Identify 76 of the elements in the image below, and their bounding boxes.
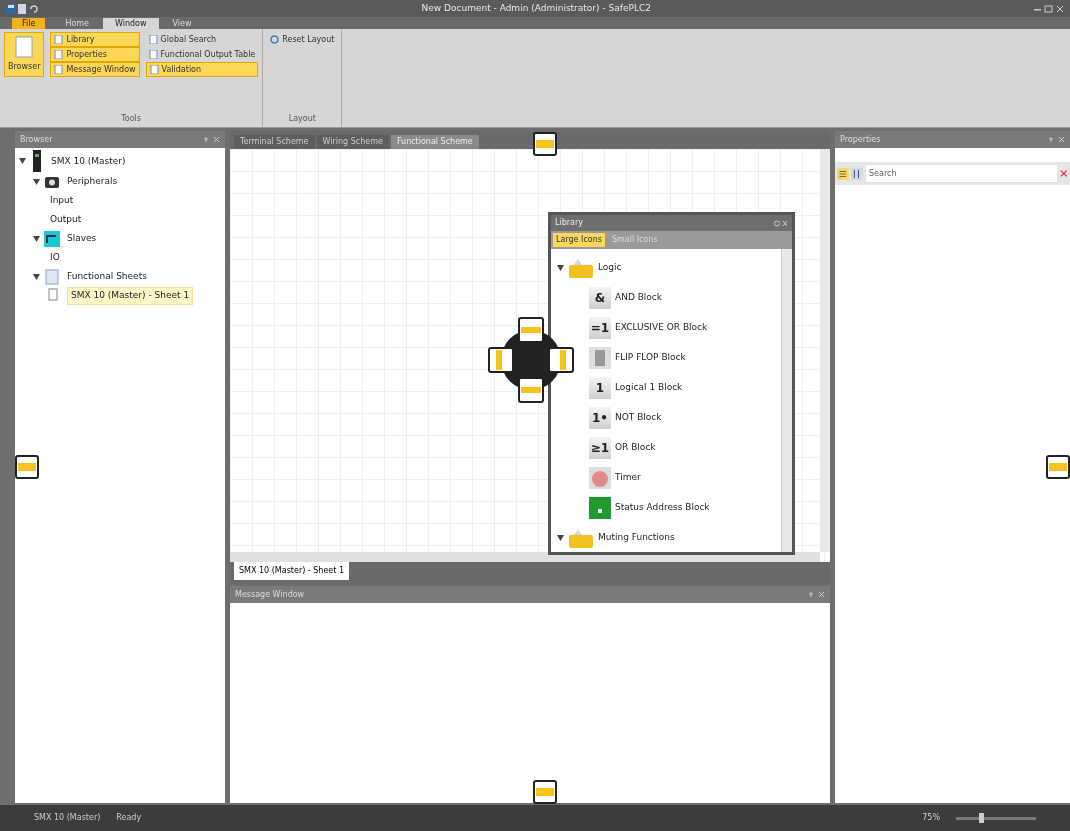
tree-item[interactable]: IO <box>47 250 63 266</box>
block-icon: 1• <box>589 407 611 429</box>
block-icon: ≥1 <box>589 437 611 459</box>
window-controls-icon <box>1034 4 1064 13</box>
document-tab[interactable]: Wiring Scheme <box>316 135 389 149</box>
slider-thumb[interactable] <box>978 812 984 823</box>
ribbon-button[interactable]: Global Search <box>145 32 259 47</box>
categorized-icon <box>837 166 849 181</box>
zoom-slider[interactable] <box>956 816 1036 820</box>
refresh-icon <box>270 35 280 44</box>
browser-button[interactable]: Browser <box>4 32 45 77</box>
close-icon <box>1060 169 1068 178</box>
tree-item[interactable]: Input <box>47 193 77 209</box>
search-field[interactable]: Search <box>865 164 1058 183</box>
ribbon-tab[interactable]: Window <box>103 18 159 29</box>
vertical-scrollbar[interactable] <box>820 149 830 552</box>
device-icon <box>30 150 44 173</box>
library-item[interactable]: Timer <box>615 471 641 485</box>
status-text: Ready <box>116 812 142 824</box>
view-toggle[interactable]: Large Icons <box>553 233 605 247</box>
library-item[interactable]: OR Block <box>615 441 656 455</box>
ribbon-button[interactable]: Message Window <box>50 62 140 77</box>
pin-close-icon <box>809 591 825 599</box>
sort-icon <box>851 166 863 181</box>
folder-icon <box>568 527 594 549</box>
library-item[interactable]: EXCLUSIVE OR Block <box>615 321 708 335</box>
library-item[interactable]: Logical 1 Block <box>615 381 683 395</box>
dock-guide-icon <box>533 132 557 156</box>
tree-item[interactable]: Output <box>47 212 85 228</box>
zoom-text: 75% <box>922 812 940 824</box>
sheets-icon <box>44 268 60 285</box>
library-item[interactable]: NOT Block <box>615 411 662 425</box>
panel-title: Message Window <box>235 588 305 601</box>
library-category[interactable]: Logic <box>598 261 622 275</box>
block-icon: & <box>589 287 611 309</box>
vertical-scrollbar[interactable] <box>781 249 792 552</box>
folder-icon <box>568 257 594 279</box>
ribbon-button[interactable]: Properties <box>50 47 140 62</box>
library-category[interactable]: Muting Functions <box>598 531 675 545</box>
pin-close-icon <box>1049 136 1065 143</box>
ribbon-button[interactable]: Reset Layout <box>267 32 338 47</box>
library-item[interactable]: AND Block <box>615 291 663 305</box>
ribbon-tab[interactable]: View <box>160 18 204 29</box>
document-icon <box>18 3 27 14</box>
library-item[interactable]: Status Address Block <box>615 501 710 515</box>
undo-icon <box>28 3 39 14</box>
panel-title: Properties <box>840 133 881 146</box>
save-icon <box>6 3 16 14</box>
ribbon-tab[interactable]: Home <box>53 18 101 29</box>
page-icon <box>15 36 34 58</box>
flip-flop-icon <box>589 347 611 369</box>
block-icon: =1 <box>589 317 611 339</box>
ribbon-button[interactable]: Validation <box>145 62 259 77</box>
ribbon-button[interactable]: Library <box>50 32 140 47</box>
app-menu-button[interactable]: File <box>12 18 46 29</box>
window-title: Library <box>555 217 583 229</box>
ribbon-button[interactable]: Functional Output Table <box>145 47 259 62</box>
pin-close-icon <box>204 136 220 143</box>
status-text: SMX 10 (Master) <box>34 812 101 824</box>
tree-item[interactable]: Slaves <box>64 231 100 247</box>
sheet-tab[interactable]: SMX 10 (Master) - Sheet 1 <box>234 562 350 580</box>
network-icon <box>44 230 60 247</box>
tree-item[interactable]: Peripherals <box>64 174 121 190</box>
status-icon <box>589 497 611 519</box>
group-label: Layout <box>287 113 317 125</box>
tree-item[interactable]: Functional Sheets <box>64 269 150 285</box>
timer-icon <box>589 467 611 489</box>
library-item[interactable]: FLIP FLOP Block <box>615 351 686 365</box>
block-icon: 1 <box>589 377 611 399</box>
panel-title: Browser <box>20 133 53 146</box>
document-tab[interactable]: Terminal Scheme <box>234 135 315 149</box>
tree-item[interactable]: SMX 10 (Master) <box>48 153 129 169</box>
group-label: Tools <box>120 113 142 125</box>
close-icon <box>774 219 788 227</box>
tree-item[interactable]: SMX 10 (Master) - Sheet 1 <box>67 287 194 305</box>
window-title: New Document - Admin (Administrator) - SafePLC2 <box>420 1 652 15</box>
